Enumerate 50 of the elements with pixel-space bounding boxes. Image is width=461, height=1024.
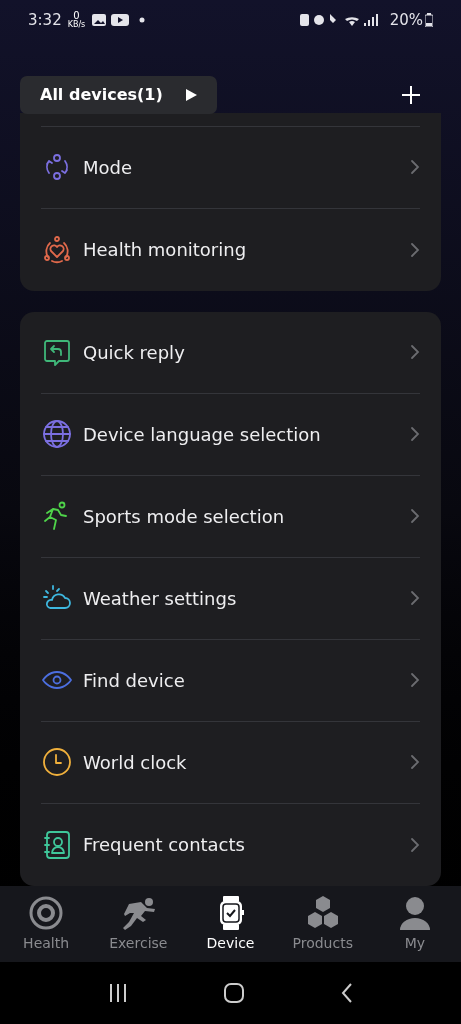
settings-label: World clock xyxy=(83,750,188,775)
network-speed-unit: KB/s xyxy=(67,20,86,29)
settings-label: Frequent contacts xyxy=(83,833,246,858)
back-icon[interactable] xyxy=(339,982,354,1005)
settings-label: Device language selection xyxy=(83,422,322,447)
play-icon xyxy=(184,88,197,101)
network-speed: 0 xyxy=(73,10,80,21)
settings-row[interactable]: Find device xyxy=(41,639,420,722)
chevron-right-icon xyxy=(410,426,420,443)
video-icon xyxy=(111,12,130,27)
chevron-right-icon xyxy=(410,508,420,525)
settings-row[interactable]: Mode xyxy=(41,126,420,209)
chevron-right-icon xyxy=(410,672,420,689)
chevron-right-icon xyxy=(410,754,420,771)
settings-row[interactable]: World clock xyxy=(41,721,420,804)
settings-label: Health monitoring xyxy=(83,238,248,263)
add-icon[interactable] xyxy=(401,84,421,105)
tab[interactable]: My xyxy=(368,893,461,954)
tab[interactable]: Exercise xyxy=(92,893,185,954)
heart-icon xyxy=(41,233,73,266)
chevron-right-icon xyxy=(410,159,420,176)
chevron-right-icon xyxy=(410,836,420,853)
tab[interactable]: Device xyxy=(184,893,277,954)
settings-row[interactable]: Sports mode selection xyxy=(41,475,420,558)
settings-label: Quick reply xyxy=(83,340,186,365)
clock-icon xyxy=(41,746,73,779)
chevron-right-icon xyxy=(410,344,420,361)
settings-label: Find device xyxy=(83,668,186,693)
home-icon[interactable] xyxy=(222,982,245,1005)
tab[interactable]: Products xyxy=(276,893,369,954)
settings-row[interactable]: Weather settings xyxy=(41,557,420,640)
settings-row[interactable]: Health monitoring xyxy=(41,208,420,291)
recent-apps-icon[interactable] xyxy=(107,982,128,1005)
settings-label: Sports mode selection xyxy=(83,504,286,529)
globe-icon xyxy=(41,418,73,451)
settings-row[interactable]: Device language selection xyxy=(41,393,420,476)
battery-percentage: 20% xyxy=(389,9,423,31)
battery-icon xyxy=(425,12,433,27)
settings-row[interactable]: Frequent contacts xyxy=(41,803,420,886)
settings-label: Mode xyxy=(83,155,134,180)
tab[interactable]: Health xyxy=(0,893,93,954)
chevron-right-icon xyxy=(410,590,420,607)
notification-dot-icon xyxy=(139,16,146,23)
settings-row[interactable]: Quick reply xyxy=(41,311,420,394)
all-devices-button[interactable]: All devices(1) xyxy=(20,75,217,114)
contact-card-icon xyxy=(41,828,73,861)
status-time: 3:32 xyxy=(28,9,62,31)
gallery-icon xyxy=(91,12,108,27)
settings-label: Weather settings xyxy=(83,586,238,611)
chevron-right-icon xyxy=(410,241,420,258)
